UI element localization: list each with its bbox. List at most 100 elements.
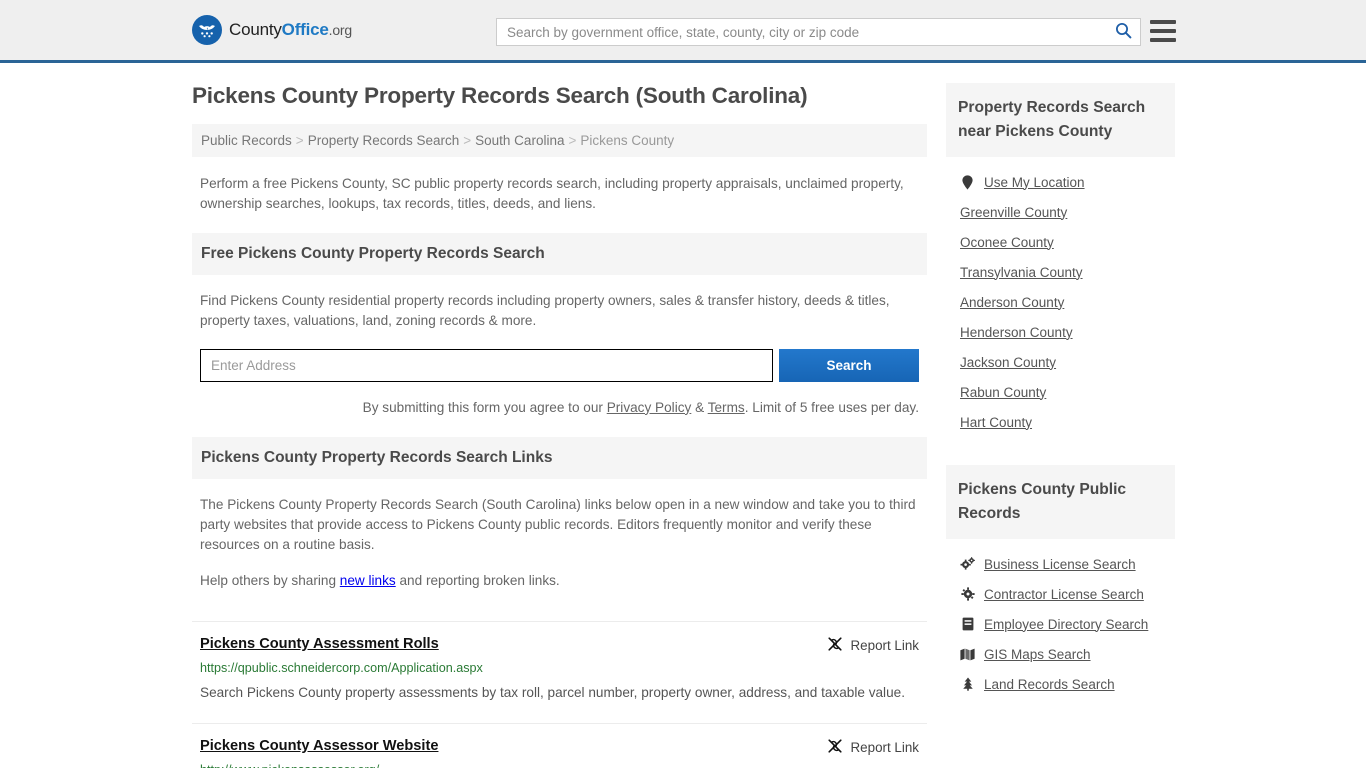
page-container: Pickens County Property Records Search (… bbox=[0, 63, 1366, 768]
hamburger-menu-icon[interactable] bbox=[1150, 20, 1176, 42]
result-url[interactable]: https://qpublic.schneidercorp.com/Applic… bbox=[200, 661, 919, 675]
sidebar-item-label[interactable]: Jackson County bbox=[960, 355, 1056, 370]
sidebar-item-label[interactable]: Transylvania County bbox=[960, 265, 1083, 280]
result-url[interactable]: http://www.pickensassessor.org/ bbox=[200, 763, 919, 768]
address-search-button[interactable]: Search bbox=[779, 349, 919, 382]
tree-icon bbox=[960, 677, 975, 691]
result-title-link[interactable]: Pickens County Assessment Rolls bbox=[200, 636, 439, 652]
eagle-shield-logo-icon bbox=[192, 15, 222, 45]
result-description: Search Pickens County property assessmen… bbox=[200, 681, 919, 705]
disclaimer-prefix: By submitting this form you agree to our bbox=[363, 400, 607, 415]
breadcrumb-item-property-records-search[interactable]: Property Records Search bbox=[308, 133, 460, 148]
sidebar-item-anderson-county[interactable]: Anderson County bbox=[946, 287, 1175, 317]
report-link-label: Report Link bbox=[851, 638, 919, 653]
sidebar-item-label[interactable]: Henderson County bbox=[960, 325, 1073, 340]
gear-icon bbox=[960, 587, 975, 601]
site-logo-text: CountyOffice.org bbox=[229, 20, 352, 40]
search-submit-button[interactable] bbox=[1106, 19, 1140, 45]
sidebar-nearby-heading: Property Records Search near Pickens Cou… bbox=[958, 96, 1163, 144]
book-icon bbox=[960, 617, 975, 631]
sidebar-item-label[interactable]: Business License Search bbox=[984, 557, 1136, 572]
breadcrumb-item-public-records[interactable]: Public Records bbox=[201, 133, 292, 148]
links-help-text: Help others by sharing new links and rep… bbox=[200, 571, 919, 591]
gears-icon bbox=[960, 557, 975, 571]
sidebar-public-records-header: Pickens County Public Records bbox=[946, 465, 1175, 539]
free-search-body: Find Pickens County residential property… bbox=[192, 291, 927, 417]
search-input[interactable] bbox=[497, 19, 1106, 45]
sidebar-nearby-header: Property Records Search near Pickens Cou… bbox=[946, 83, 1175, 157]
sidebar-item-label[interactable]: Contractor License Search bbox=[984, 587, 1144, 602]
sidebar-item-label[interactable]: Greenville County bbox=[960, 205, 1067, 220]
sidebar-item-use-my-location[interactable]: Use My Location bbox=[946, 167, 1175, 197]
logo-text-county: County bbox=[229, 20, 282, 39]
site-header: CountyOffice.org bbox=[0, 0, 1366, 63]
sidebar-item-label[interactable]: Land Records Search bbox=[984, 677, 1115, 692]
result-title-link[interactable]: Pickens County Assessor Website bbox=[200, 738, 438, 754]
sidebar-item-employee-directory-search[interactable]: Employee Directory Search bbox=[946, 609, 1175, 639]
sidebar-item-label[interactable]: Rabun County bbox=[960, 385, 1046, 400]
sidebar-item-hart-county[interactable]: Hart County bbox=[946, 407, 1175, 437]
report-link-label: Report Link bbox=[851, 740, 919, 755]
address-input[interactable] bbox=[200, 349, 773, 382]
sidebar-item-jackson-county[interactable]: Jackson County bbox=[946, 347, 1175, 377]
breadcrumb-separator: > bbox=[296, 133, 304, 148]
breadcrumb-separator: > bbox=[463, 133, 471, 148]
map-icon bbox=[960, 648, 975, 661]
form-disclaimer: By submitting this form you agree to our… bbox=[200, 398, 919, 418]
sidebar-item-label[interactable]: Use My Location bbox=[984, 175, 1085, 190]
free-search-header: Free Pickens County Property Records Sea… bbox=[192, 233, 927, 275]
sidebar-item-oconee-county[interactable]: Oconee County bbox=[946, 227, 1175, 257]
logo-text-office: Office bbox=[282, 20, 329, 39]
breadcrumb-item-pickens-county: Pickens County bbox=[580, 133, 674, 148]
sidebar-item-business-license-search[interactable]: Business License Search bbox=[946, 549, 1175, 579]
main-column: Pickens County Property Records Search (… bbox=[192, 83, 927, 768]
site-logo[interactable]: CountyOffice.org bbox=[192, 15, 352, 45]
sidebar-public-records-list: Business License Search bbox=[946, 539, 1175, 699]
result-item: Pickens County Assessment Rolls Report L… bbox=[192, 621, 927, 705]
sidebar: Property Records Search near Pickens Cou… bbox=[946, 83, 1175, 768]
links-section-header: Pickens County Property Records Search L… bbox=[192, 437, 927, 479]
sidebar-item-label[interactable]: GIS Maps Search bbox=[984, 647, 1091, 662]
sidebar-item-rabun-county[interactable]: Rabun County bbox=[946, 377, 1175, 407]
links-section-body: The Pickens County Property Records Sear… bbox=[192, 495, 927, 590]
free-search-heading: Free Pickens County Property Records Sea… bbox=[201, 245, 918, 263]
breadcrumb-separator: > bbox=[568, 133, 576, 148]
page-title: Pickens County Property Records Search (… bbox=[192, 83, 927, 109]
privacy-policy-link[interactable]: Privacy Policy bbox=[607, 400, 692, 415]
sidebar-item-label[interactable]: Employee Directory Search bbox=[984, 617, 1148, 632]
sidebar-item-gis-maps-search[interactable]: GIS Maps Search bbox=[946, 639, 1175, 669]
help-prefix: Help others by sharing bbox=[200, 573, 340, 588]
free-search-description: Find Pickens County residential property… bbox=[200, 291, 919, 331]
help-suffix: and reporting broken links. bbox=[396, 573, 560, 588]
sidebar-nearby-list: Use My Location Greenville County Oconee… bbox=[946, 157, 1175, 437]
breadcrumb-item-south-carolina[interactable]: South Carolina bbox=[475, 133, 564, 148]
sidebar-item-contractor-license-search[interactable]: Contractor License Search bbox=[946, 579, 1175, 609]
hamburger-bar bbox=[1150, 38, 1176, 42]
global-search-box[interactable] bbox=[496, 18, 1141, 46]
report-link-button[interactable]: Report Link bbox=[813, 738, 919, 757]
search-icon bbox=[1115, 22, 1132, 42]
sidebar-item-henderson-county[interactable]: Henderson County bbox=[946, 317, 1175, 347]
terms-link[interactable]: Terms bbox=[708, 400, 745, 415]
unlink-icon bbox=[827, 636, 843, 655]
logo-text-org: .org bbox=[329, 22, 352, 38]
sidebar-item-land-records-search[interactable]: Land Records Search bbox=[946, 669, 1175, 699]
sidebar-item-label[interactable]: Oconee County bbox=[960, 235, 1054, 250]
disclaimer-suffix: . Limit of 5 free uses per day. bbox=[745, 400, 919, 415]
page-lead-text: Perform a free Pickens County, SC public… bbox=[192, 174, 927, 213]
new-links-link[interactable]: new links bbox=[340, 573, 396, 588]
hamburger-bar bbox=[1150, 20, 1176, 24]
sidebar-item-label[interactable]: Anderson County bbox=[960, 295, 1064, 310]
sidebar-item-label[interactable]: Hart County bbox=[960, 415, 1032, 430]
sidebar-card-public-records: Pickens County Public Records bbox=[946, 465, 1175, 699]
sidebar-card-nearby: Property Records Search near Pickens Cou… bbox=[946, 83, 1175, 437]
sidebar-public-records-heading: Pickens County Public Records bbox=[958, 478, 1163, 526]
sidebar-item-transylvania-county[interactable]: Transylvania County bbox=[946, 257, 1175, 287]
address-search-form: Search bbox=[200, 349, 919, 382]
unlink-icon bbox=[827, 738, 843, 757]
sidebar-item-greenville-county[interactable]: Greenville County bbox=[946, 197, 1175, 227]
hamburger-bar bbox=[1150, 29, 1176, 33]
links-section-heading: Pickens County Property Records Search L… bbox=[201, 449, 918, 467]
report-link-button[interactable]: Report Link bbox=[813, 636, 919, 655]
breadcrumb: Public Records>Property Records Search>S… bbox=[192, 124, 927, 157]
